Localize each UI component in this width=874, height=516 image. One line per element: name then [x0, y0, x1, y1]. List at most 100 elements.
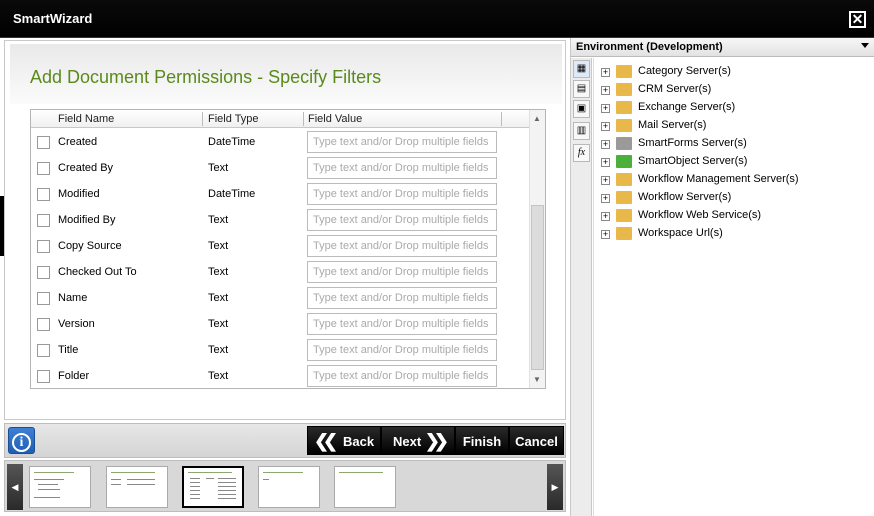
field-value-input[interactable]: Type text and/or Drop multiple fields — [307, 287, 497, 309]
row-checkbox[interactable] — [37, 136, 50, 149]
field-value-input[interactable]: Type text and/or Drop multiple fields — [307, 261, 497, 283]
finish-button[interactable]: Finish — [455, 426, 509, 455]
row-checkbox[interactable] — [37, 292, 50, 305]
expand-icon[interactable]: + — [601, 86, 610, 95]
table-row: Created By Text Type text and/or Drop mult… — [31, 156, 531, 182]
field-value-input[interactable]: Type text and/or Drop multiple fields — [307, 209, 497, 231]
server-folder-icon — [616, 191, 632, 204]
workflow-tab-icon[interactable]: ▣ — [573, 100, 590, 118]
scroll-up-icon[interactable]: ▲ — [533, 114, 541, 123]
column-header-field-name[interactable]: Field Name — [58, 113, 114, 125]
title-bar: SmartWizard ✕ — [0, 0, 874, 38]
next-button[interactable]: Next ❯❯ — [381, 426, 455, 455]
info-icon[interactable]: i — [8, 427, 35, 454]
object-tab-icon[interactable]: ▤ — [573, 80, 590, 98]
tree-node[interactable]: + SmartObject Server(s) — [594, 153, 874, 171]
field-name: Title — [58, 344, 79, 356]
server-folder-icon — [616, 209, 632, 222]
function-tab-icon[interactable]: fx — [573, 144, 590, 162]
expand-icon[interactable]: + — [601, 68, 610, 77]
row-checkbox[interactable] — [37, 188, 50, 201]
server-folder-icon — [616, 227, 632, 240]
table-row: Folder Text Type text and/or Drop multiple… — [31, 364, 531, 388]
field-type: Text — [208, 292, 229, 304]
step-thumbnail[interactable] — [106, 466, 168, 508]
tree-node[interactable]: + Workspace Url(s) — [594, 225, 874, 243]
field-name: Modified By — [58, 214, 116, 226]
expand-icon[interactable]: + — [601, 230, 610, 239]
row-checkbox[interactable] — [37, 240, 50, 253]
tree-node[interactable]: + Category Server(s) — [594, 63, 874, 81]
back-label: Back — [342, 434, 375, 449]
server-folder-icon — [616, 65, 632, 78]
expand-icon[interactable]: + — [601, 158, 610, 167]
environment-selector[interactable]: Environment (Development) — [571, 38, 874, 57]
scroll-thumb[interactable] — [531, 205, 544, 370]
field-value-input[interactable]: Type text and/or Drop multiple fields — [307, 365, 497, 387]
cancel-button[interactable]: Cancel — [509, 426, 564, 455]
table-row: Checked Out To Text Type text and/or Drop … — [31, 260, 531, 286]
tree-node[interactable]: + CRM Server(s) — [594, 81, 874, 99]
row-checkbox[interactable] — [37, 214, 50, 227]
tree-node-label: Mail Server(s) — [638, 119, 707, 131]
tree-node-label: Workflow Web Service(s) — [638, 209, 762, 221]
tree-node-label: Workflow Management Server(s) — [638, 173, 799, 185]
step-thumbnail[interactable] — [258, 466, 320, 508]
field-value-input[interactable]: Type text and/or Drop multiple fields — [307, 183, 497, 205]
chevron-down-icon[interactable] — [861, 43, 869, 48]
thumbs-next-icon[interactable]: ▶ — [547, 464, 563, 510]
server-folder-icon — [616, 137, 632, 150]
tree-node-label: Exchange Server(s) — [638, 101, 736, 113]
window-title: SmartWizard — [13, 11, 93, 26]
tree-node[interactable]: + Workflow Server(s) — [594, 189, 874, 207]
data-tab-icon[interactable]: ▥ — [573, 122, 590, 140]
tree-node[interactable]: + Workflow Management Server(s) — [594, 171, 874, 189]
step-thumbnail[interactable] — [334, 466, 396, 508]
row-checkbox[interactable] — [37, 344, 50, 357]
field-value-input[interactable]: Type text and/or Drop multiple fields — [307, 131, 497, 153]
row-checkbox[interactable] — [37, 162, 50, 175]
row-checkbox[interactable] — [37, 266, 50, 279]
tree-node-label: SmartForms Server(s) — [638, 137, 747, 149]
field-value-input[interactable]: Type text and/or Drop multiple fields — [307, 235, 497, 257]
column-header-field-value[interactable]: Field Value — [308, 113, 362, 125]
server-folder-icon — [616, 173, 632, 186]
expand-icon[interactable]: + — [601, 194, 610, 203]
field-value-input[interactable]: Type text and/or Drop multiple fields — [307, 313, 497, 335]
server-folder-icon — [616, 155, 632, 168]
tree-node[interactable]: + Workflow Web Service(s) — [594, 207, 874, 225]
field-type: Text — [208, 344, 229, 356]
close-icon[interactable]: ✕ — [849, 11, 866, 28]
row-checkbox[interactable] — [37, 318, 50, 331]
tree-node[interactable]: + Exchange Server(s) — [594, 99, 874, 117]
field-type: Text — [208, 214, 229, 226]
tree-node[interactable]: + SmartForms Server(s) — [594, 135, 874, 153]
thumbs-prev-icon[interactable]: ◀ — [7, 464, 23, 510]
tree-node[interactable]: + Mail Server(s) — [594, 117, 874, 135]
expand-icon[interactable]: + — [601, 212, 610, 221]
column-header-field-type[interactable]: Field Type — [208, 113, 259, 125]
field-name: Checked Out To — [58, 266, 137, 278]
field-type: DateTime — [208, 136, 256, 148]
row-checkbox[interactable] — [37, 370, 50, 383]
expand-icon[interactable]: + — [601, 104, 610, 113]
environment-panel: Environment (Development) ▦ ▤ ▣ ▥ fx + Ca… — [570, 38, 874, 516]
field-value-input[interactable]: Type text and/or Drop multiple fields — [307, 339, 497, 361]
expand-icon[interactable]: + — [601, 140, 610, 149]
environment-tab-icon[interactable]: ▦ — [573, 60, 590, 78]
back-button[interactable]: ❮❮ Back — [307, 426, 381, 455]
step-thumbnail[interactable] — [29, 466, 91, 508]
field-name: Folder — [58, 370, 90, 382]
field-type: Text — [208, 318, 229, 330]
field-type: Text — [208, 266, 229, 278]
field-type: DateTime — [208, 188, 256, 200]
expand-icon[interactable]: + — [601, 122, 610, 131]
step-thumbnail-current[interactable] — [182, 466, 244, 508]
field-type: Text — [208, 240, 229, 252]
grid-scrollbar[interactable]: ▲ ▼ — [529, 110, 545, 388]
tree-node-label: Workspace Url(s) — [638, 227, 723, 239]
field-value-input[interactable]: Type text and/or Drop multiple fields — [307, 157, 497, 179]
expand-icon[interactable]: + — [601, 176, 610, 185]
scroll-down-icon[interactable]: ▼ — [533, 375, 541, 384]
field-name: Name — [58, 292, 88, 304]
